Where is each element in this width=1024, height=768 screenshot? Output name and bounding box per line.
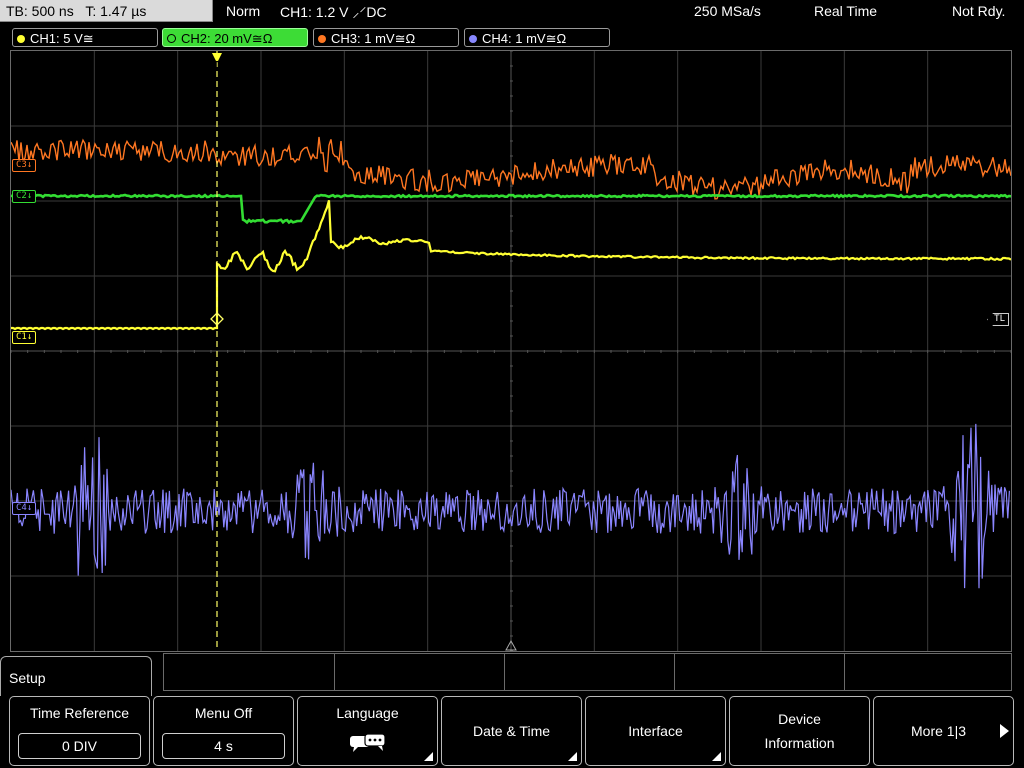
ch1-offset-marker[interactable]: C1↓ <box>12 331 37 344</box>
menu-off-value[interactable]: 4 s <box>162 733 285 759</box>
ch1-color-dot <box>17 35 25 43</box>
strip-divider <box>504 654 505 690</box>
menu-section-title: Setup <box>0 656 152 696</box>
softkey-label-line2: Information <box>764 735 835 751</box>
softkey-label: Menu Off <box>194 705 253 721</box>
ch4-offset-marker[interactable]: C4↓ <box>12 502 37 515</box>
softkey-label: More 1|3 <box>911 723 966 739</box>
timebase-value: TB: 500 ns <box>6 3 74 19</box>
waveform-canvas <box>11 51 1011 651</box>
trigger-mode[interactable]: Norm <box>226 3 260 19</box>
next-page-arrow-icon <box>1000 724 1009 738</box>
more-softkey[interactable]: More 1|3 <box>873 696 1014 766</box>
ch4-color-dot <box>469 35 477 43</box>
zoom-strip <box>163 653 1012 691</box>
channel-tab-ch3[interactable]: CH3: 1 mV≅Ω <box>313 28 459 47</box>
strip-divider <box>844 654 845 690</box>
channel-tab-label: CH3: 1 mV≅Ω <box>331 31 416 46</box>
interface-softkey[interactable]: Interface <box>585 696 726 766</box>
time-reference-value[interactable]: 0 DIV <box>18 733 141 759</box>
channel-tab-ch1[interactable]: CH1: 5 V≅ <box>12 28 158 47</box>
submenu-corner-icon <box>712 752 721 761</box>
menu-off-softkey[interactable]: Menu Off 4 s <box>153 696 294 766</box>
status-bar: TB: 500 ns T: 1.47 µs Norm CH1: 1.2 V ⸝⸍… <box>0 0 1024 26</box>
strip-divider <box>674 654 675 690</box>
ch4-waveform <box>11 423 1010 589</box>
softkey-label: Language <box>336 705 399 721</box>
setup-title: Setup <box>9 670 46 686</box>
ch3-offset-marker[interactable]: C3↓ <box>12 159 37 172</box>
ch3-color-dot <box>318 35 326 43</box>
timebase-box[interactable]: TB: 500 ns T: 1.47 µs <box>0 0 213 22</box>
trigger-time-value: T: 1.47 µs <box>85 3 147 19</box>
ch2-offset-marker[interactable]: C2↓ <box>12 190 37 203</box>
softkey-label-line1: Device <box>778 711 821 727</box>
device-information-softkey[interactable]: Device Information <box>729 696 870 766</box>
acquisition-mode: Real Time <box>814 3 878 19</box>
channel-tab-label: CH4: 1 mV≅Ω <box>482 31 567 46</box>
waveform-display[interactable]: T C3↓ C2↓ C1↓ C4↓ TL <box>10 50 1012 652</box>
sample-rate: 250 MSa/s <box>694 3 761 19</box>
softkey-label: Interface <box>628 723 683 739</box>
submenu-corner-icon <box>568 752 577 761</box>
strip-divider <box>334 654 335 690</box>
graticule-dots <box>11 51 1011 651</box>
softkey-label: Date & Time <box>472 723 551 739</box>
speech-bubbles-icon <box>349 733 386 752</box>
language-softkey[interactable]: Language <box>297 696 438 766</box>
acquisition-status: Not Rdy. <box>952 3 1006 19</box>
date-time-softkey[interactable]: Date & Time <box>441 696 582 766</box>
submenu-corner-icon <box>424 752 433 761</box>
channel-tab-label: CH1: 5 V≅ <box>30 31 94 46</box>
softkey-label: Time Reference <box>29 705 130 721</box>
ch2-color-dot <box>167 34 176 43</box>
softkey-label: Device Information <box>730 707 869 755</box>
trigger-setting[interactable]: CH1: 1.2 V ⸝⸍DC <box>280 3 387 22</box>
channel-tab-ch2[interactable]: CH2: 20 mV≅Ω <box>162 28 308 47</box>
channel-tab-label: CH2: 20 mV≅Ω <box>181 31 273 46</box>
channel-tab-ch4[interactable]: CH4: 1 mV≅Ω <box>464 28 610 47</box>
time-reference-softkey[interactable]: Time Reference 0 DIV <box>9 696 150 766</box>
trigger-position-label: T <box>213 60 220 71</box>
